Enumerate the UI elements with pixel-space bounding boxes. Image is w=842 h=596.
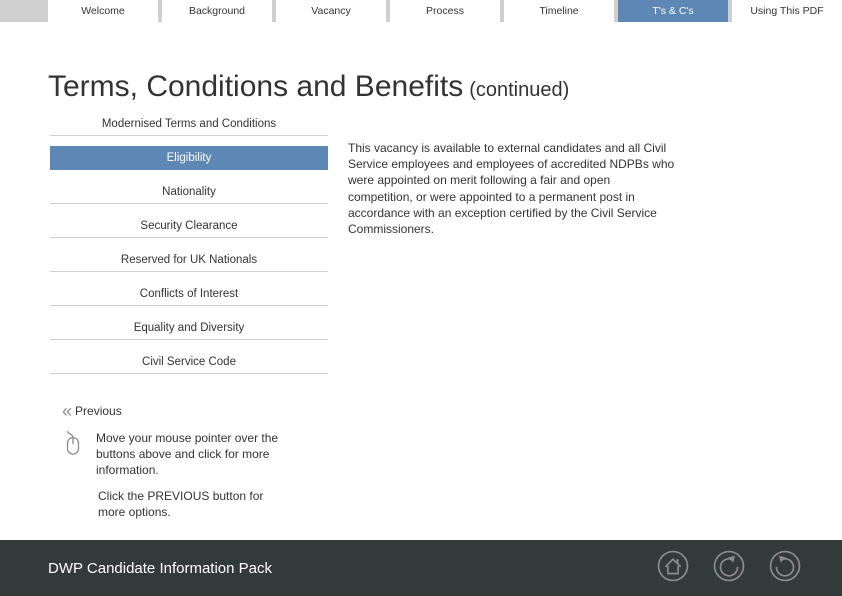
hint-row: Move your mouse pointer over the buttons… bbox=[62, 430, 286, 479]
page-title: Terms, Conditions and Benefits (continued… bbox=[48, 70, 569, 104]
footer-icons bbox=[656, 549, 802, 588]
previous-page-button[interactable] bbox=[712, 549, 746, 588]
section-reserved-uk-nationals[interactable]: Reserved for UK Nationals bbox=[50, 248, 328, 272]
tab-process[interactable]: Process bbox=[390, 0, 500, 22]
section-conflicts-of-interest[interactable]: Conflicts of Interest bbox=[50, 282, 328, 306]
page-title-main: Terms, Conditions and Benefits bbox=[48, 70, 463, 103]
hint-text-1: Move your mouse pointer over the buttons… bbox=[96, 430, 286, 479]
tab-background[interactable]: Background bbox=[162, 0, 272, 22]
mouse-pointer-icon bbox=[62, 430, 84, 463]
previous-button[interactable]: « Previous bbox=[62, 402, 122, 420]
chevrons-left-icon: « bbox=[62, 402, 66, 420]
tab-welcome[interactable]: Welcome bbox=[48, 0, 158, 22]
section-equality-diversity[interactable]: Equality and Diversity bbox=[50, 316, 328, 340]
body-paragraph: This vacancy is available to external ca… bbox=[348, 140, 678, 237]
footer: DWP Candidate Information Pack bbox=[0, 540, 842, 596]
tab-timeline[interactable]: Timeline bbox=[504, 0, 614, 22]
next-page-button[interactable] bbox=[768, 549, 802, 588]
nav-tabs: Welcome Background Vacancy Process Timel… bbox=[48, 0, 842, 22]
section-nationality[interactable]: Nationality bbox=[50, 180, 328, 204]
tab-using-this-pdf[interactable]: Using This PDF bbox=[732, 0, 842, 22]
section-modernised-terms[interactable]: Modernised Terms and Conditions bbox=[50, 112, 328, 136]
hint-text-2: Click the PREVIOUS button for more optio… bbox=[98, 488, 288, 520]
footer-title: DWP Candidate Information Pack bbox=[48, 560, 272, 577]
page-title-continued: (continued) bbox=[469, 79, 569, 101]
section-civil-service-code[interactable]: Civil Service Code bbox=[50, 350, 328, 374]
tab-vacancy[interactable]: Vacancy bbox=[276, 0, 386, 22]
tab-ts-and-cs[interactable]: T's & C's bbox=[618, 0, 728, 22]
section-security-clearance[interactable]: Security Clearance bbox=[50, 214, 328, 238]
section-column: Modernised Terms and Conditions Eligibil… bbox=[50, 112, 328, 374]
section-eligibility[interactable]: Eligibility bbox=[50, 146, 328, 170]
home-button[interactable] bbox=[656, 549, 690, 588]
previous-label: Previous bbox=[75, 404, 122, 418]
